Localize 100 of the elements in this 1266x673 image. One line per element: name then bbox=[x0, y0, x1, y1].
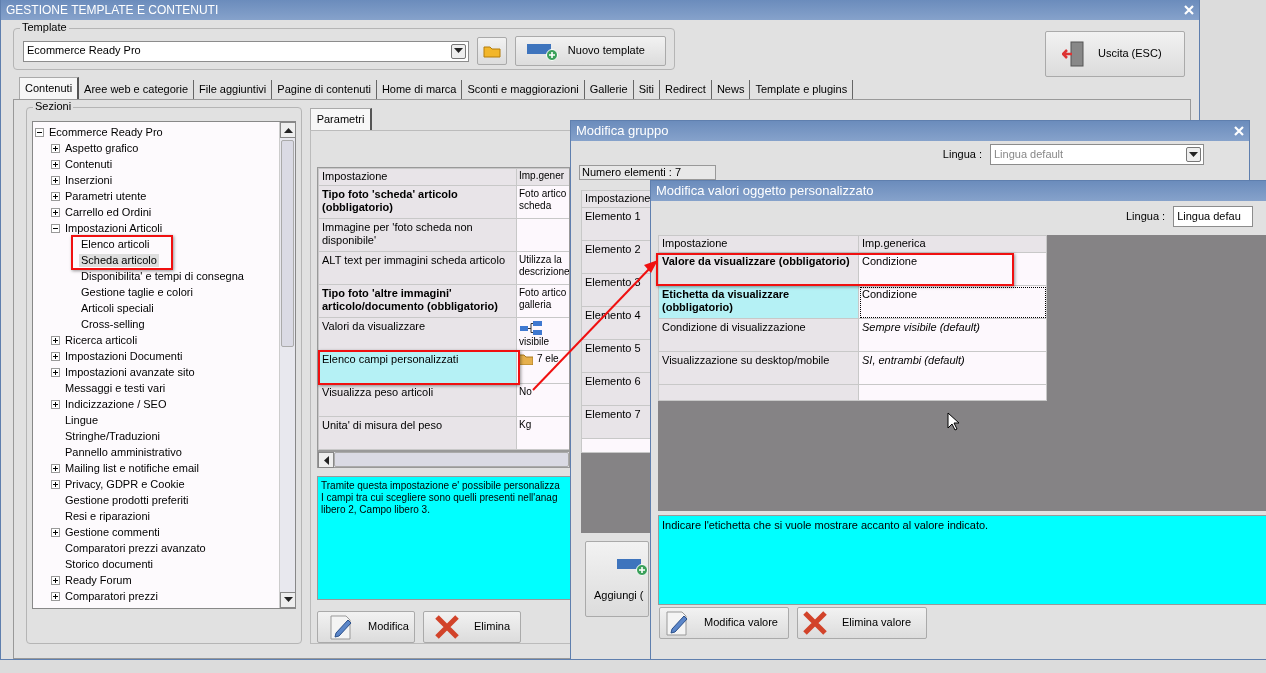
tab[interactable]: File aggiuntivi bbox=[194, 80, 273, 99]
expand-icon[interactable] bbox=[51, 591, 60, 601]
expand-icon[interactable] bbox=[51, 191, 60, 201]
tree-item[interactable]: Mailing list e notifiche email bbox=[63, 461, 201, 475]
count-label: Numero elementi : 7 bbox=[579, 165, 716, 180]
tree-item[interactable]: Stringhe/Traduzioni bbox=[63, 429, 162, 443]
tab[interactable]: Gallerie bbox=[584, 80, 634, 99]
tree-item[interactable]: Disponibilita' e tempi di consegna bbox=[79, 269, 246, 283]
delete-button[interactable]: Elimina valore bbox=[797, 607, 927, 639]
expand-icon[interactable] bbox=[51, 159, 60, 169]
table-cell: Visualizzazione su desktop/mobile bbox=[658, 351, 859, 385]
tree-item[interactable]: Gestione taglie e colori bbox=[79, 285, 195, 299]
expand-icon[interactable] bbox=[51, 575, 60, 585]
edit-button[interactable]: Modifica valore bbox=[659, 607, 789, 639]
tree-item[interactable]: Comparatori prezzi avanzato bbox=[63, 541, 208, 555]
tree-item[interactable]: Gestione prodotti preferiti bbox=[63, 493, 191, 507]
template-dropdown[interactable]: Ecommerce Ready Pro bbox=[23, 40, 470, 62]
expand-icon[interactable] bbox=[51, 527, 60, 537]
table-cell: Elemento 1 bbox=[581, 207, 651, 241]
tree-item[interactable]: Ecommerce Ready Pro bbox=[47, 125, 165, 139]
tree-item[interactable]: Resi e riparazioni bbox=[63, 509, 152, 523]
tab[interactable]: Siti bbox=[633, 80, 660, 99]
tree-item[interactable]: Comparatori prezzi bbox=[63, 589, 160, 603]
tab[interactable]: Home di marca bbox=[376, 80, 463, 99]
expand-icon[interactable] bbox=[51, 335, 60, 345]
tree-item[interactable]: Impostazioni Articoli bbox=[63, 221, 165, 235]
table-cell: Tipo foto 'altre immagini' articolo/documento (obbligatorio) bbox=[318, 284, 517, 318]
scrollbar-thumb[interactable] bbox=[334, 452, 569, 467]
table-cell: Immagine per 'foto scheda non disponibile' bbox=[318, 218, 517, 252]
tree-item[interactable]: Cross-selling bbox=[79, 317, 147, 331]
edit-button[interactable]: Modifica bbox=[317, 611, 415, 643]
language-dropdown[interactable]: Lingua default bbox=[990, 144, 1204, 165]
dropdown-arrow-icon bbox=[283, 597, 293, 603]
tab[interactable]: Template e plugins bbox=[750, 80, 854, 99]
description-text: Indicare l'etichetta che si vuole mostrare accanto al valore indicato. bbox=[658, 515, 1266, 605]
collapse-icon[interactable] bbox=[35, 127, 44, 137]
tree-item[interactable]: Impostazioni Documenti bbox=[63, 349, 185, 363]
delete-icon bbox=[434, 614, 460, 640]
expand-icon[interactable] bbox=[51, 399, 60, 409]
tab[interactable]: Aree web e categorie bbox=[79, 80, 195, 99]
collapse-icon[interactable] bbox=[51, 223, 60, 233]
tree-item[interactable]: Contenuti bbox=[63, 157, 115, 171]
dialog-title: Modifica gruppo bbox=[576, 123, 669, 139]
tree-item[interactable]: Scheda articolo bbox=[79, 253, 159, 267]
table-cell: SI, entrambi (default) bbox=[858, 351, 1047, 385]
scroll-down-button[interactable] bbox=[280, 592, 295, 608]
tree-item[interactable]: Gestione commenti bbox=[63, 525, 162, 539]
expand-icon[interactable] bbox=[51, 207, 60, 217]
tab[interactable]: Parametri bbox=[310, 108, 372, 130]
tree-item[interactable]: Articoli speciali bbox=[79, 301, 156, 315]
exit-button[interactable]: Uscita (ESC) bbox=[1045, 31, 1185, 77]
expand-icon[interactable] bbox=[51, 479, 60, 489]
expand-icon[interactable] bbox=[51, 175, 60, 185]
column-header: Impostazione bbox=[318, 168, 517, 186]
add-button[interactable]: Aggiungi ( bbox=[585, 541, 649, 617]
dropdown-arrow-icon bbox=[454, 48, 464, 54]
table-cell: Elemento 7 bbox=[581, 405, 651, 439]
tab[interactable]: Pagine di contenuti bbox=[272, 80, 377, 99]
scroll-left-button[interactable] bbox=[318, 452, 334, 468]
close-icon[interactable] bbox=[1234, 126, 1244, 136]
tab[interactable]: Redirect bbox=[659, 80, 712, 99]
field-label: Lingua : bbox=[942, 147, 982, 162]
scroll-up-button[interactable] bbox=[280, 122, 295, 138]
tree-item[interactable]: Privacy, GDPR e Cookie bbox=[63, 477, 187, 491]
tree-item[interactable]: Impostazioni avanzate sito bbox=[63, 365, 197, 379]
tree-item[interactable]: Inserzioni bbox=[63, 173, 115, 187]
language-dropdown[interactable]: Lingua defau bbox=[1173, 206, 1254, 227]
table-cell: Valori da visualizzare bbox=[318, 317, 517, 351]
new-template-button[interactable]: Nuovo template bbox=[514, 36, 666, 66]
table-cell: ALT text per immagini scheda articolo bbox=[318, 251, 517, 285]
tree-item[interactable]: Pannello amministrativo bbox=[63, 445, 184, 459]
tree-item[interactable]: Aspetto grafico bbox=[63, 141, 141, 155]
expand-icon[interactable] bbox=[51, 463, 60, 473]
scrollbar-thumb[interactable] bbox=[281, 140, 294, 347]
close-icon[interactable] bbox=[1184, 5, 1194, 15]
field-label: Lingua : bbox=[1126, 209, 1166, 224]
expand-icon[interactable] bbox=[51, 367, 60, 377]
tree-item[interactable]: Carrello ed Ordini bbox=[63, 205, 154, 219]
table-cell: Condizione di visualizzazione bbox=[658, 318, 859, 352]
delete-button[interactable]: Elimina bbox=[423, 611, 521, 643]
table-cell: Sempre visibile (default) bbox=[858, 318, 1047, 352]
tab[interactable]: Contenuti bbox=[19, 77, 80, 99]
table-cell: 7 ele bbox=[537, 353, 559, 365]
tab[interactable]: News bbox=[711, 80, 751, 99]
table-cell: No bbox=[519, 386, 532, 398]
tree-item[interactable]: Indicizzazione / SEO bbox=[63, 397, 169, 411]
tree-item[interactable]: Ready Forum bbox=[63, 573, 134, 587]
tab[interactable]: Sconti e maggiorazioni bbox=[462, 80, 585, 99]
tree-item[interactable]: Parametri utente bbox=[63, 189, 149, 203]
expand-icon[interactable] bbox=[51, 143, 60, 153]
tree-item[interactable]: Lingue bbox=[63, 413, 101, 427]
delete-icon bbox=[802, 610, 828, 636]
column-header: Imp.generica bbox=[858, 235, 1047, 253]
tree-item[interactable]: Elenco articoli bbox=[79, 237, 152, 251]
table-cell: Elemento 5 bbox=[581, 339, 651, 373]
tree-item[interactable]: Messaggi e testi vari bbox=[63, 381, 168, 395]
tree-item[interactable]: Storico documenti bbox=[63, 557, 156, 571]
table-cell: Visualizza peso articoli bbox=[318, 383, 517, 417]
tree-item[interactable]: Ricerca articoli bbox=[63, 333, 140, 347]
expand-icon[interactable] bbox=[51, 351, 60, 361]
